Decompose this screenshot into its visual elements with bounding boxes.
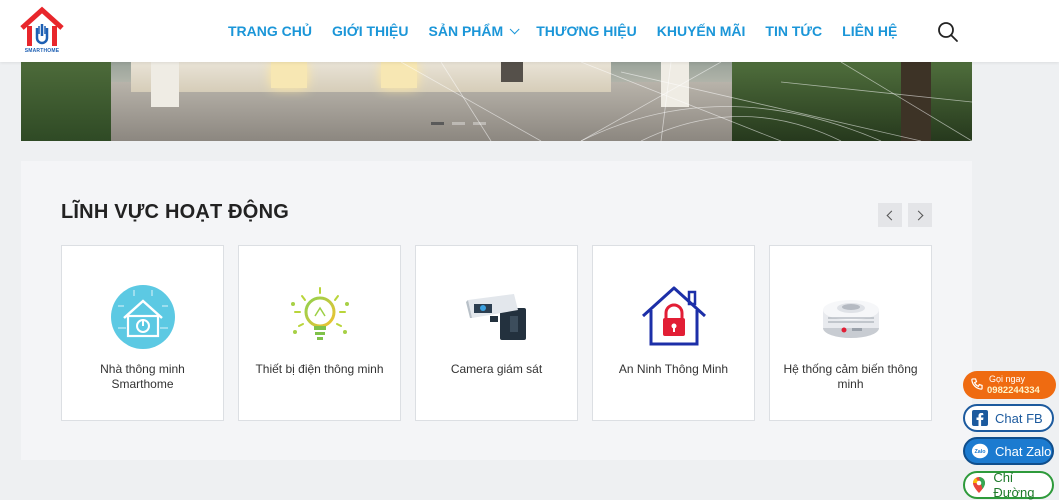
nav-item-about[interactable]: GIỚI THIỆU xyxy=(332,23,409,39)
slider-dot[interactable] xyxy=(452,122,465,125)
hero-banner[interactable] xyxy=(21,62,972,141)
service-card-smarthome[interactable]: Nhà thông minh Smarthome xyxy=(61,245,224,421)
nav-item-contact[interactable]: LIÊN HỆ xyxy=(842,23,897,39)
call-label: Gọi ngay xyxy=(989,374,1026,384)
search-button[interactable] xyxy=(936,20,960,44)
nav-label: THƯƠNG HIỆU xyxy=(536,23,637,39)
service-card-label: Thiết bị điện thông minh xyxy=(255,362,384,376)
site-header: SMARTHOME TRANG CHỦ GIỚI THIỆU SẢN PHẨM … xyxy=(0,0,1059,62)
chat-facebook-button[interactable]: Chat FB xyxy=(963,404,1054,432)
nav-item-brands[interactable]: THƯƠNG HIỆU xyxy=(536,23,637,39)
nav-label: SẢN PHẨM xyxy=(428,23,504,39)
service-card-label: An Ninh Thông Minh xyxy=(618,362,729,376)
directions-button[interactable]: Chỉ Đường xyxy=(963,470,1054,500)
service-card-camera[interactable]: Camera giám sát xyxy=(415,245,578,421)
slider-dots xyxy=(431,122,494,125)
facebook-icon xyxy=(971,409,989,427)
section-title: LĨNH VỰC HOẠT ĐỘNG xyxy=(61,201,289,223)
nav-label: GIỚI THIỆU xyxy=(332,23,409,39)
carousel-next-button[interactable] xyxy=(908,203,932,227)
chat-zalo-button[interactable]: Zalo Chat Zalo xyxy=(963,437,1054,465)
nav-item-home[interactable]: TRANG CHỦ xyxy=(228,23,312,39)
phone-icon xyxy=(971,378,983,390)
nav-item-promotions[interactable]: KHUYẾN MÃI xyxy=(657,23,746,39)
smart-bulb-icon xyxy=(290,287,349,340)
svg-text:Zalo: Zalo xyxy=(974,449,986,455)
chevron-left-icon xyxy=(886,210,897,220)
directions-label: Chỉ Đường xyxy=(993,470,1035,500)
nav-item-news[interactable]: TIN TỨC xyxy=(765,23,822,39)
banner-network-lines xyxy=(400,62,972,141)
slider-dot[interactable] xyxy=(473,122,486,125)
service-card-smart-electrical[interactable]: Thiết bị điện thông minh xyxy=(238,245,401,421)
chat-zalo-label: Chat Zalo xyxy=(995,443,1052,459)
house-lock-icon xyxy=(641,286,706,346)
map-pin-icon xyxy=(971,476,987,494)
nav-label: TIN TỨC xyxy=(765,23,823,39)
main-nav: TRANG CHỦ GIỚI THIỆU SẢN PHẨM THƯƠNG HIỆ… xyxy=(228,0,917,62)
call-number: 0982244334 xyxy=(987,385,1040,396)
nav-item-products[interactable]: SẢN PHẨM xyxy=(428,23,520,39)
nav-label: TRANG CHỦ xyxy=(228,23,312,39)
chevron-right-icon xyxy=(913,210,924,220)
services-section: LĨNH VỰC HOẠT ĐỘNG Nhà thông minh Smarth… xyxy=(21,161,972,460)
logo-house-icon xyxy=(20,6,64,46)
smoke-sensor-icon xyxy=(822,300,879,338)
service-card-label: Camera giám sát xyxy=(450,362,543,376)
slider-dot[interactable] xyxy=(431,122,444,125)
security-camera-icon xyxy=(465,294,526,340)
site-logo[interactable]: SMARTHOME xyxy=(18,6,66,58)
chat-facebook-label: Chat FB xyxy=(995,410,1043,426)
carousel-prev-button[interactable] xyxy=(878,203,902,227)
nav-label: LIÊN HỆ xyxy=(842,23,898,39)
service-card-label: Nhà thông minh Smarthome xyxy=(100,362,185,391)
service-card-sensors[interactable]: Hệ thống cảm biến thông minh xyxy=(769,245,932,421)
logo-text: SMARTHOME xyxy=(24,48,60,54)
nav-label: KHUYẾN MÃI xyxy=(656,23,746,39)
smart-home-icon xyxy=(110,285,175,349)
service-card-label: Hệ thống cảm biến thông minh xyxy=(783,362,918,391)
search-icon xyxy=(938,22,958,42)
service-card-security[interactable]: An Ninh Thông Minh xyxy=(592,245,755,421)
call-now-button[interactable]: Gọi ngay 0982244334 xyxy=(963,371,1056,399)
zalo-icon: Zalo xyxy=(971,442,989,460)
chevron-down-icon xyxy=(509,23,520,34)
